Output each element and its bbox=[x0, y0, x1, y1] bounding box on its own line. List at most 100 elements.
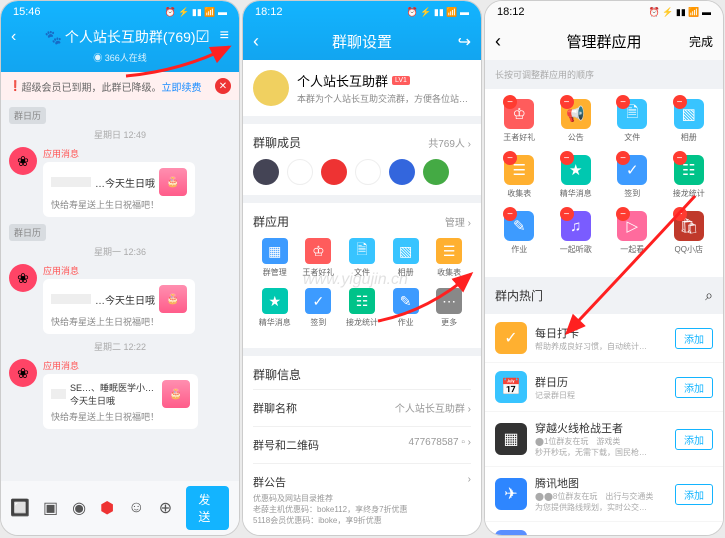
chat-header: 15:46 ⏰ ⚡ ▮▮ 📶 ▬ ‹ 🐾 个人站长互助群(769) ☑ ≡ ◉ … bbox=[1, 1, 239, 72]
add-button[interactable]: 添加 bbox=[675, 377, 713, 398]
group-title[interactable]: 个人站长互助群(769) bbox=[65, 27, 196, 47]
app-item[interactable]: ⋯更多 bbox=[427, 288, 471, 328]
member-avatar[interactable] bbox=[287, 159, 313, 185]
remove-icon[interactable]: − bbox=[673, 95, 687, 109]
image-icon[interactable]: ▣ bbox=[43, 499, 58, 517]
member-avatar[interactable] bbox=[389, 159, 415, 185]
manage-app-item[interactable]: −▷一起看 bbox=[604, 211, 661, 255]
app-item[interactable]: ★精华消息 bbox=[253, 288, 297, 328]
remove-icon[interactable]: − bbox=[560, 95, 574, 109]
manage-app-item[interactable]: −☷接龙统计 bbox=[661, 155, 718, 199]
group-info-card[interactable]: 个人站长互助群LV1 本群为个人站长互助交流群，方便各位站… bbox=[243, 60, 481, 116]
member-avatar[interactable] bbox=[423, 159, 449, 185]
manage-app-item[interactable]: −🛍QQ小店 bbox=[661, 211, 718, 255]
remove-icon[interactable]: − bbox=[616, 151, 630, 165]
remove-icon[interactable]: − bbox=[503, 95, 517, 109]
hot-item[interactable]: ✓每日打卡帮助养成良好习惯，自动统计…添加 bbox=[485, 314, 723, 363]
manage-app-item[interactable]: −✓签到 bbox=[604, 155, 661, 199]
app-icon: ✓ bbox=[305, 288, 331, 314]
msg-sub: 快给寿星送上生日祝福吧！ bbox=[51, 410, 190, 423]
bubble[interactable]: SE…、睡眠医学小…今天生日哦 🎂 快给寿星送上生日祝福吧！ bbox=[43, 374, 198, 429]
settings-body[interactable]: 个人站长互助群LV1 本群为个人站长互助交流群，方便各位站… 群聊成员 共769… bbox=[243, 60, 481, 536]
done-button[interactable]: 完成 bbox=[689, 33, 713, 50]
manage-app-item[interactable]: −✎作业 bbox=[491, 211, 548, 255]
member-avatar[interactable] bbox=[253, 159, 279, 185]
msg-text: SE…、睡眠医学小…今天生日哦 bbox=[70, 381, 158, 407]
group-avatar[interactable] bbox=[253, 70, 289, 106]
hot-name: 腾讯地图 bbox=[535, 475, 667, 491]
send-button[interactable]: 发送 bbox=[186, 486, 229, 530]
app-item[interactable]: ▧相册 bbox=[384, 238, 428, 278]
calendar-tag[interactable]: 群日历 bbox=[9, 224, 46, 241]
hot-icon: 📅 bbox=[495, 371, 527, 403]
member-avatar[interactable] bbox=[321, 159, 347, 185]
row-notice[interactable]: 群公告› 优惠码及网站目录推荐 老薛主机优惠码：boke112，享终身7折优惠 … bbox=[253, 463, 471, 536]
menu-icon[interactable]: ≡ bbox=[220, 27, 229, 47]
remove-icon[interactable]: − bbox=[503, 207, 517, 221]
members-count[interactable]: 共769人 › bbox=[428, 135, 471, 150]
manage-app-item[interactable]: −♔王者好礼 bbox=[491, 99, 548, 143]
row-group-name[interactable]: 群聊名称个人站长互助群 › bbox=[253, 389, 471, 426]
add-button[interactable]: 添加 bbox=[675, 328, 713, 349]
remove-icon[interactable]: − bbox=[560, 151, 574, 165]
add-button[interactable]: 添加 bbox=[675, 484, 713, 505]
manage-app-item[interactable]: −🗎文件 bbox=[604, 99, 661, 143]
back-icon[interactable]: ‹ bbox=[11, 28, 16, 46]
hot-item[interactable]: ▶腾讯动漫添加 bbox=[485, 522, 723, 536]
renew-link[interactable]: 立即续费 bbox=[161, 79, 201, 94]
app-item[interactable]: ✎作业 bbox=[384, 288, 428, 328]
manage-app-item[interactable]: −♫一起听歌 bbox=[548, 211, 605, 255]
plus-icon[interactable]: ⊕ bbox=[158, 499, 172, 517]
hot-header: 群内热门 ⌕ bbox=[485, 277, 723, 314]
back-icon[interactable]: ‹ bbox=[495, 31, 501, 52]
back-icon[interactable]: ‹ bbox=[253, 31, 259, 52]
hot-desc: 帮助养成良好习惯，自动统计… bbox=[535, 341, 667, 352]
app-item[interactable]: 🗎文件 bbox=[340, 238, 384, 278]
app-item[interactable]: ☷接龙统计 bbox=[340, 288, 384, 328]
share-icon[interactable]: ↪ bbox=[458, 32, 471, 52]
camera-icon[interactable]: ◉ bbox=[72, 499, 86, 517]
bubble[interactable]: …今天生日哦 🎂 快给寿星送上生日祝福吧！ bbox=[43, 162, 195, 217]
level-badge: LV1 bbox=[392, 76, 410, 85]
info-card: 群聊信息 群聊名称个人站长互助群 › 群号和二维码477678587 ▫ › 群… bbox=[243, 356, 481, 536]
voice-icon[interactable]: 🔲 bbox=[11, 499, 29, 517]
chat-body[interactable]: 群日历 星期日 12:49 ❀ 应用消息 …今天生日哦 🎂 快给寿星送上生日祝福… bbox=[1, 100, 239, 520]
remove-icon[interactable]: − bbox=[560, 207, 574, 221]
app-item[interactable]: ▦群管理 bbox=[253, 238, 297, 278]
remove-icon[interactable]: − bbox=[673, 151, 687, 165]
remove-icon[interactable]: − bbox=[673, 207, 687, 221]
check-icon[interactable]: ☑ bbox=[195, 27, 209, 47]
search-icon[interactable]: ⌕ bbox=[705, 287, 713, 304]
apps-manage[interactable]: 管理 › bbox=[445, 214, 471, 229]
app-grid: ▦群管理♔王者好礼🗎文件▧相册☰收集表 ★精华消息✓签到☷接龙统计✎作业⋯更多 bbox=[253, 238, 471, 338]
manage-app-item[interactable]: −★精华消息 bbox=[548, 155, 605, 199]
emoji-icon[interactable]: ☺ bbox=[128, 499, 144, 517]
hot-item[interactable]: ▦穿越火线枪战王者⬤1位群友在玩 游戏类 秒开秒玩，无需下载，国民枪…添加 bbox=[485, 412, 723, 467]
bubble[interactable]: …今天生日哦 🎂 快给寿星送上生日祝福吧！ bbox=[43, 279, 195, 334]
app-item[interactable]: ☰收集表 bbox=[427, 238, 471, 278]
add-button[interactable]: 添加 bbox=[675, 536, 713, 537]
cake-icon: 🎂 bbox=[159, 168, 187, 196]
manage-app-item[interactable]: −▧相册 bbox=[661, 99, 718, 143]
hot-item[interactable]: ✈腾讯地图⬤⬤8位群友在玩 出行与交通类 为您提供路线规划，实时公交…添加 bbox=[485, 467, 723, 522]
member-avatar[interactable] bbox=[355, 159, 381, 185]
redpacket-icon[interactable]: ⬢ bbox=[100, 499, 114, 517]
row-group-qr[interactable]: 群号和二维码477678587 ▫ › bbox=[253, 426, 471, 463]
calendar-tag[interactable]: 群日历 bbox=[9, 107, 46, 124]
manage-app-item[interactable]: −☰收集表 bbox=[491, 155, 548, 199]
add-button[interactable]: 添加 bbox=[675, 429, 713, 450]
manage-body[interactable]: 长按可调整群应用的顺序 −♔王者好礼−📢公告−🗎文件−▧相册−☰收集表−★精华消… bbox=[485, 60, 723, 536]
avatar[interactable]: ❀ bbox=[9, 264, 37, 292]
remove-icon[interactable]: − bbox=[616, 95, 630, 109]
close-icon[interactable]: ✕ bbox=[215, 78, 231, 94]
warning-banner[interactable]: ❗ 超级会员已到期，此群已降级。 立即续费 ✕ bbox=[1, 72, 239, 100]
hot-item[interactable]: 📅群日历记录群日程添加 bbox=[485, 363, 723, 412]
manage-app-item[interactable]: −📢公告 bbox=[548, 99, 605, 143]
remove-icon[interactable]: − bbox=[503, 151, 517, 165]
avatar[interactable]: ❀ bbox=[9, 359, 37, 387]
avatar[interactable]: ❀ bbox=[9, 147, 37, 175]
app-item[interactable]: ♔王者好礼 bbox=[297, 238, 341, 278]
app-item[interactable]: ✓签到 bbox=[297, 288, 341, 328]
remove-icon[interactable]: − bbox=[616, 207, 630, 221]
members-card[interactable]: 群聊成员 共769人 › bbox=[243, 124, 481, 195]
